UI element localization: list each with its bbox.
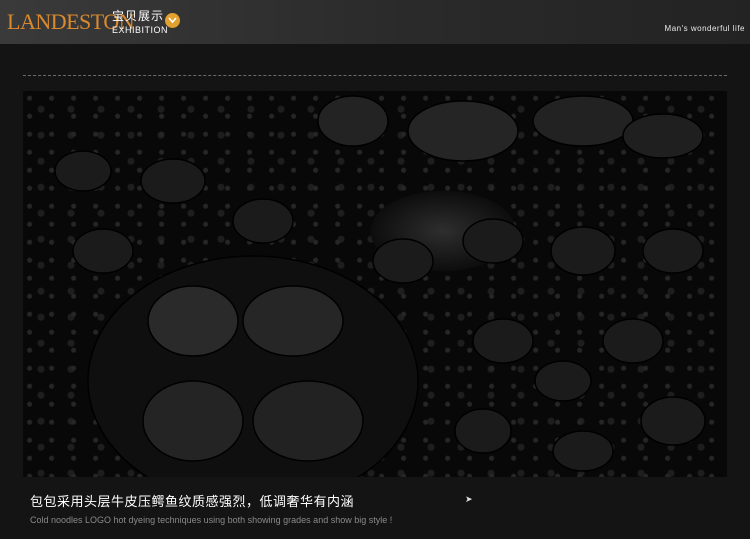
caption-english: Cold noodles LOGO hot dyeing techniques … [30,515,393,525]
exhibition-label-cn: 宝贝展示 [112,9,165,23]
chevron-down-circle-icon [165,13,180,28]
exhibition-label: 宝贝展示 EXHIBITION [112,9,168,36]
product-photo-crocodile-leather [23,91,727,477]
caption-chinese: 包包采用头层牛皮压鳄鱼纹质感强烈，低调奢华有内涵 [30,494,355,509]
dashed-divider [23,75,727,76]
header-bar: LANDESTON 宝贝展示 EXHIBITION Man's wonderfu… [0,0,750,44]
leather-texture [54,95,706,477]
tagline: Man's wonderful life [664,24,745,33]
exhibition-label-en: EXHIBITION [112,25,169,35]
arrow-icon: ➤ [465,494,473,504]
